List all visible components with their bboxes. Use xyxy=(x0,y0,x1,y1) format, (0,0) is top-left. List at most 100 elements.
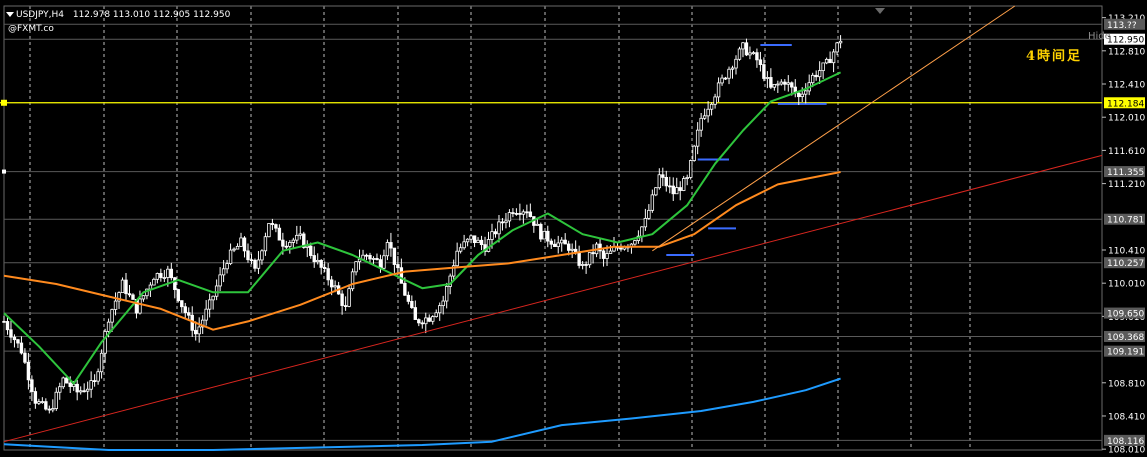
candle-body xyxy=(131,294,135,300)
grid-layer xyxy=(3,5,1103,451)
candle-body xyxy=(702,115,707,119)
candle-body xyxy=(682,178,686,191)
candle-body xyxy=(643,217,648,228)
source-label: @FXMT.co xyxy=(8,24,54,34)
candle-body xyxy=(30,379,34,392)
price-tag-label: 109.191 xyxy=(1107,348,1144,358)
candle-body xyxy=(85,388,90,392)
candle-body xyxy=(741,42,745,50)
chart-menu-icon[interactable] xyxy=(6,12,14,17)
candle-body xyxy=(413,307,418,320)
trend-line xyxy=(652,5,1016,252)
candle-body xyxy=(695,129,700,147)
candle-body xyxy=(113,300,118,310)
candle-body xyxy=(497,221,501,235)
candle-body xyxy=(274,224,278,229)
candle-body xyxy=(479,239,484,246)
candle-layer xyxy=(2,35,843,414)
candle-body xyxy=(253,259,257,269)
candle-body xyxy=(169,268,174,279)
candle-body xyxy=(260,250,264,261)
candle-body xyxy=(239,237,243,247)
candle-body xyxy=(828,58,832,64)
candle-body xyxy=(295,234,299,241)
price-tag-label: 112.950 xyxy=(1107,36,1144,46)
candle-body xyxy=(375,258,379,260)
candle-body xyxy=(406,294,411,302)
candle-body xyxy=(737,48,742,60)
candle-body xyxy=(455,250,459,267)
candle-body xyxy=(159,273,163,278)
candle-body xyxy=(78,390,83,393)
candle-body xyxy=(396,264,400,269)
candle-body xyxy=(831,51,836,64)
moving-average-line xyxy=(3,171,841,331)
candle-body xyxy=(640,226,644,237)
price-tag-label: 109.368 xyxy=(1107,333,1144,343)
candle-body xyxy=(72,383,76,387)
candle-body xyxy=(528,211,533,217)
candle-body xyxy=(462,241,466,249)
candle-body xyxy=(566,243,571,251)
candle-body xyxy=(779,81,784,85)
candle-body xyxy=(431,316,435,322)
candle-body xyxy=(804,90,808,95)
candle-body xyxy=(549,240,553,245)
candle-body xyxy=(204,308,208,321)
candle-body xyxy=(246,250,250,261)
candle-body xyxy=(392,247,397,265)
candle-body xyxy=(263,236,268,252)
moving-average-line xyxy=(3,377,841,451)
candle-body xyxy=(326,268,330,281)
candle-body xyxy=(699,117,703,131)
candle-body xyxy=(723,77,728,80)
candle-body xyxy=(476,239,480,244)
price-tag-label: 110.781 xyxy=(1107,216,1144,226)
candle-body xyxy=(786,82,790,85)
candle-body xyxy=(61,377,65,388)
candle-body xyxy=(316,259,320,263)
candle-body xyxy=(706,108,710,117)
candle-body xyxy=(713,96,717,105)
candle-body xyxy=(650,194,655,211)
candle-body xyxy=(305,245,309,248)
axis-tick-label: 110.410 xyxy=(1108,246,1145,256)
candle-body xyxy=(518,213,522,215)
series-layer xyxy=(3,71,842,451)
candle-body xyxy=(546,230,550,242)
candle-body xyxy=(444,286,449,302)
candle-body xyxy=(535,223,540,226)
candle-body xyxy=(277,227,282,241)
candle-body xyxy=(584,264,588,266)
candle-body xyxy=(371,258,376,260)
candle-body xyxy=(657,174,662,189)
candle-body xyxy=(58,386,62,393)
hide-button[interactable]: Hide xyxy=(1088,31,1111,42)
chart-canvas[interactable]: 113.210112.810112.410112.010111.610111.2… xyxy=(0,0,1147,456)
candle-body xyxy=(40,401,45,403)
candle-body xyxy=(141,295,146,300)
candle-body xyxy=(228,249,233,264)
price-tag-label: 111.355 xyxy=(1107,168,1144,178)
candle-body xyxy=(605,253,609,259)
candle-body xyxy=(68,382,72,387)
candle-body xyxy=(765,77,770,79)
candle-body xyxy=(194,329,198,335)
price-chart[interactable]: 113.210112.810112.410112.010111.610111.2… xyxy=(0,0,1147,456)
candle-body xyxy=(748,52,752,56)
candle-body xyxy=(89,380,93,390)
candle-body xyxy=(654,187,658,196)
candle-body xyxy=(350,271,355,290)
shift-marker-icon[interactable] xyxy=(875,8,885,14)
candle-body xyxy=(469,235,473,240)
candle-body xyxy=(47,408,52,411)
level-layer xyxy=(0,44,1102,256)
candle-body xyxy=(180,300,184,308)
candle-body xyxy=(685,177,689,179)
candle-body xyxy=(166,268,170,278)
candle-body xyxy=(329,279,334,288)
candle-body xyxy=(235,245,240,250)
price-tag-label: 109.650 xyxy=(1107,310,1144,320)
candle-body xyxy=(12,336,17,341)
candle-body xyxy=(82,390,86,393)
